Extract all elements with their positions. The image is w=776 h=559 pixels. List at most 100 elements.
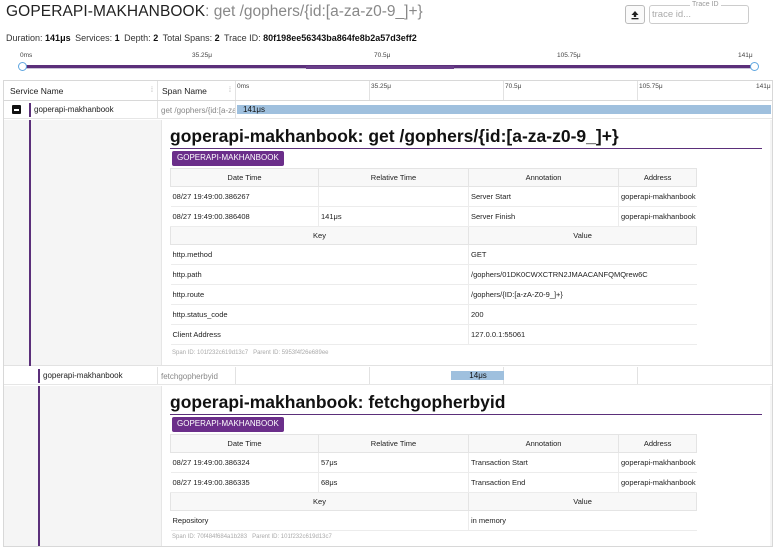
span-name-cell: get /gophers/{id:[a-za-z0-9_]+} [161,106,235,115]
tag-key: Client Address [170,324,469,345]
upload-button[interactable] [625,5,645,24]
span-detail-panel: goperapi-makhanbook: fetchgopherbyid GOP… [4,386,772,546]
annotations-header-row: Date Time Relative Time Annotation Addre… [170,434,698,453]
annotation-datetime: 08/27 19:49:00.386324 [170,452,319,473]
collapse-icon[interactable] [12,105,21,114]
timeline-tick: 141μ [756,83,771,90]
service-color-marker [29,103,31,117]
col-header-datetime: Date Time [170,434,319,453]
tag-value: /gophers/01DK0CWXCTRN2JMAACANFQMQrew6C [467,264,697,285]
col-header-annotation: Annotation [468,434,619,453]
span-service-cell: goperapi-makhanbook [4,367,157,385]
annotation-relative: 57μs [318,452,469,473]
column-resize-handle[interactable]: ⁞ [151,87,153,94]
column-divider [235,81,236,100]
minimap-tick: 35.25μ [192,52,213,59]
upload-icon [631,10,639,19]
annotations-header-row: Date Time Relative Time Annotation Addre… [170,168,698,187]
duration-value: 141μs [45,33,71,43]
services-label: Services: [75,33,113,43]
minimap-tick: 70.5μ [374,52,391,59]
col-header-key: Key [170,492,469,511]
trace-id-value: 80f198ee56343ba864fe8b2a57d3eff2 [263,33,417,43]
tag-key: http.path [170,264,469,285]
minimap-tick: 0ms [20,52,33,59]
timeline-gridline [369,367,370,384]
span-hierarchy-line [29,120,31,366]
tag-value: GET [467,244,697,265]
col-header-value: Value [467,492,698,511]
minimap-child-span-bar [306,66,454,69]
trace-id-input[interactable] [652,9,746,20]
minimap-left-handle[interactable] [18,62,27,71]
tag-key: http.status_code [170,304,469,325]
span-duration-label: 141μs [243,105,265,114]
minimap-right-handle[interactable] [750,62,759,71]
annotation-value: Transaction End [468,472,619,493]
trace-summary: Duration: 141μs Services: 1 Depth: 2 Tot… [6,33,419,43]
timeline-gridline [637,367,638,384]
title-divider [170,414,762,415]
annotation-relative: 141μs [318,206,469,227]
span-service-name: goperapi-makhanbook [34,105,114,114]
tag-key: http.route [170,284,469,305]
tag-value: 200 [467,304,697,325]
annotation-address: goperapi-makhanbook [617,206,697,227]
annotation-address: goperapi-makhanbook [617,472,697,493]
annotations-table: Date Time Relative Time Annotation Addre… [170,168,698,345]
tag-row: http.method GET [170,244,697,265]
tags-header-row: Key Value [170,492,698,511]
column-divider [157,81,158,100]
parent-id-label: Parent ID: [253,350,281,356]
span-service-name: goperapi-makhanbook [43,371,123,380]
annotation-row: 08/27 19:49:00.386408 141μs Server Finis… [170,206,697,227]
timeline-tick: 70.5μ [505,83,522,90]
span-row[interactable]: goperapi-makhanbook fetchgopherbyid 14μs [4,367,772,385]
column-resize-handle[interactable]: ⁞ [229,87,231,94]
parent-id-value: 101f232c619d13c7 [280,534,332,540]
title-operation: : get /gophers/{id:[a-za-z0-9_]+} [205,3,423,20]
depth-label: Depth: [124,33,151,43]
timeline-tick: 0ms [237,83,250,90]
col-header-key: Key [170,226,469,245]
annotations-table: Date Time Relative Time Annotation Addre… [170,434,698,531]
span-row[interactable]: goperapi-makhanbook get /gophers/{id:[a-… [4,101,772,119]
span-detail-card: goperapi-makhanbook: fetchgopherbyid GOP… [161,386,770,546]
column-divider [157,101,158,118]
minimap-tick: 105.75μ [557,52,581,59]
trace-id-field[interactable]: Trace ID [649,1,749,24]
trace-header: GOPERAPI-MAKHANBOOK: get /gophers/{id:[a… [0,0,776,30]
annotation-value: Server Finish [468,206,619,227]
parent-id-label: Parent ID: [252,534,280,540]
tag-key: http.method [170,244,469,265]
duration-label: Duration: [6,33,43,43]
tag-row: http.route /gophers/{ID:[a-zA-Z0-9_]+} [170,284,697,305]
span-table-header: Service Name ⁞ Span Name ⁞ 0ms 35.25μ 70… [4,81,772,101]
column-header-service: Service Name [10,86,64,96]
span-duration-bar[interactable] [237,105,771,114]
span-duration-label: 14μs [469,371,487,380]
timeline-minimap[interactable]: 0ms 35.25μ 70.5μ 105.75μ 141μ [0,50,776,78]
title-service-name: GOPERAPI-MAKHANBOOK [6,3,206,20]
span-id-label: Span ID: [172,350,196,356]
tag-key: Repository [170,510,469,531]
tag-row: http.status_code 200 [170,304,697,325]
col-header-address: Address [617,434,698,453]
timeline-gridline [503,81,504,100]
column-divider [235,101,236,118]
service-badge: GOPERAPI-MAKHANBOOK [172,151,284,166]
span-ids: Span ID: 101f232c619d13c7 Parent ID: 595… [172,350,329,356]
page-title: GOPERAPI-MAKHANBOOK: get /gophers/{id:[a… [6,3,423,21]
column-header-span: Span Name [162,86,207,96]
span-id-value: 70f484f684a1b283 [197,534,248,540]
title-divider [170,148,762,149]
tag-value: 127.0.0.1:55061 [467,324,697,345]
annotation-address: goperapi-makhanbook [617,186,697,207]
col-header-relative: Relative Time [318,168,469,187]
column-divider [157,367,158,384]
col-header-relative: Relative Time [318,434,469,453]
timeline-gridline [637,81,638,100]
tags-header-row: Key Value [170,226,698,245]
span-hierarchy-line [38,386,40,546]
depth-value: 2 [153,33,159,43]
